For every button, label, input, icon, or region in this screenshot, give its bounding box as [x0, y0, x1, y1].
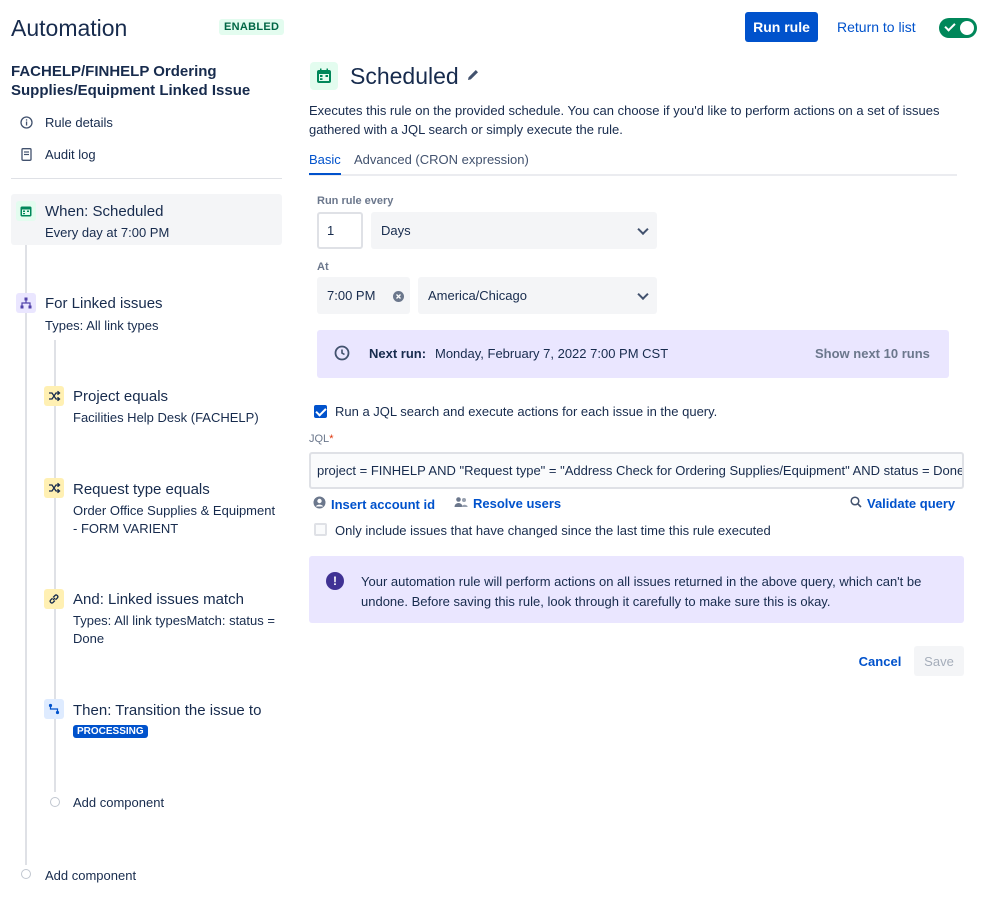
action-transition-title[interactable]: Then: Transition the issue to	[73, 702, 261, 719]
resolve-users-button[interactable]: Resolve users	[454, 496, 561, 511]
timezone-value: America/Chicago	[428, 288, 527, 303]
rule-name: FACHELP/FINHELP Ordering Supplies/Equipm…	[11, 63, 251, 99]
tab-advanced[interactable]: Advanced (CRON expression)	[354, 152, 529, 173]
users-icon	[454, 496, 468, 511]
rule-details-label: Rule details	[45, 115, 113, 130]
cancel-button[interactable]: Cancel	[852, 646, 908, 676]
panel-description: Executes this rule on the provided sched…	[309, 103, 940, 137]
time-input[interactable]: 7:00 PM	[317, 277, 410, 314]
trigger-title: When: Scheduled	[45, 203, 164, 220]
insert-account-id-label: Insert account id	[331, 496, 436, 512]
jql-query-input[interactable]: project = FINHELP AND "Request type" = "…	[309, 452, 964, 489]
timezone-select[interactable]: America/Chicago	[418, 277, 657, 314]
time-value: 7:00 PM	[327, 288, 376, 303]
condition-request-type-title[interactable]: Request type equals	[73, 481, 210, 498]
hierarchy-icon	[16, 293, 36, 313]
warning-text: Your automation rule will perform action…	[361, 574, 922, 609]
condition-project-subtitle: Facilities Help Desk (FACHELP)	[73, 410, 259, 425]
interval-number-input[interactable]: 1	[317, 212, 363, 249]
next-run-label: Next run:	[369, 346, 427, 361]
calendar-icon	[310, 62, 338, 90]
checkmark-icon	[944, 20, 956, 32]
jql-label-text: JQL	[309, 433, 330, 445]
add-component-node	[50, 797, 60, 807]
save-button[interactable]: Save	[914, 646, 964, 676]
at-label: At	[317, 261, 329, 273]
rule-enabled-toggle[interactable]	[939, 18, 977, 38]
panel-title: Scheduled	[350, 63, 459, 89]
clock-icon	[334, 345, 350, 366]
calendar-icon	[16, 201, 36, 221]
document-icon	[19, 148, 33, 162]
changed-issues-checkbox-label: Only include issues that have changed si…	[335, 523, 771, 538]
add-component-inner[interactable]: Add component	[73, 795, 164, 810]
audit-log-link[interactable]: Audit log	[19, 147, 96, 162]
shuffle-icon	[44, 478, 64, 498]
validate-query-label: Validate query	[867, 496, 956, 511]
chevron-down-icon	[637, 223, 649, 235]
audit-log-label: Audit log	[45, 147, 96, 162]
search-icon	[850, 496, 862, 511]
resolve-users-label: Resolve users	[473, 496, 562, 511]
status-lozenge: PROCESSING	[73, 725, 148, 738]
changed-issues-checkbox[interactable]	[314, 523, 327, 536]
run-every-label: Run rule every	[317, 195, 394, 207]
condition-request-type-subtitle: Order Office Supplies & Equipment - FORM…	[73, 503, 276, 536]
sidebar-divider	[11, 178, 282, 179]
inner-connector-line	[54, 340, 56, 792]
trigger-subtitle: Every day at 7:00 PM	[45, 225, 170, 240]
jql-label: JQL*	[309, 433, 333, 445]
condition-linked-issues-subtitle: Types: All link typesMatch: status = Don…	[73, 613, 275, 646]
shuffle-icon	[44, 386, 64, 406]
info-icon	[19, 116, 33, 130]
exclamation-icon: !	[326, 572, 344, 590]
show-next-runs-button[interactable]: Show next 10 runs	[815, 346, 930, 361]
condition-project-title[interactable]: Project equals	[73, 388, 168, 405]
condition-linked-issues-title[interactable]: And: Linked issues match	[73, 591, 244, 608]
required-mark: *	[329, 433, 334, 445]
transition-icon	[44, 699, 64, 719]
jql-search-checkbox[interactable]	[314, 405, 327, 418]
app-title: Automation	[11, 15, 128, 41]
outer-connector-line	[25, 245, 27, 865]
interval-unit-value: Days	[381, 223, 411, 238]
add-component-node	[21, 869, 31, 879]
next-run-value: Monday, February 7, 2022 7:00 PM CST	[435, 346, 669, 361]
branch-title[interactable]: For Linked issues	[45, 295, 163, 312]
return-to-list-link[interactable]: Return to list	[837, 19, 916, 35]
status-badge: ENABLED	[219, 19, 285, 35]
schedule-tabs: Basic Advanced (CRON expression)	[309, 152, 957, 176]
user-icon	[313, 496, 326, 512]
run-rule-button[interactable]: Run rule	[745, 12, 818, 42]
chevron-down-icon	[637, 288, 649, 300]
link-icon	[44, 589, 64, 609]
tab-basic[interactable]: Basic	[309, 152, 341, 175]
validate-query-button[interactable]: Validate query	[850, 496, 955, 511]
jql-search-checkbox-label: Run a JQL search and execute actions for…	[335, 404, 718, 419]
toggle-knob	[960, 21, 974, 35]
clear-icon[interactable]	[393, 290, 404, 305]
interval-unit-select[interactable]: Days	[371, 212, 657, 249]
add-component-outer[interactable]: Add component	[45, 868, 136, 883]
insert-account-id-button[interactable]: Insert account id	[313, 496, 435, 512]
branch-subtitle: Types: All link types	[45, 318, 159, 333]
rule-details-link[interactable]: Rule details	[19, 115, 113, 130]
pencil-icon[interactable]	[465, 67, 481, 88]
